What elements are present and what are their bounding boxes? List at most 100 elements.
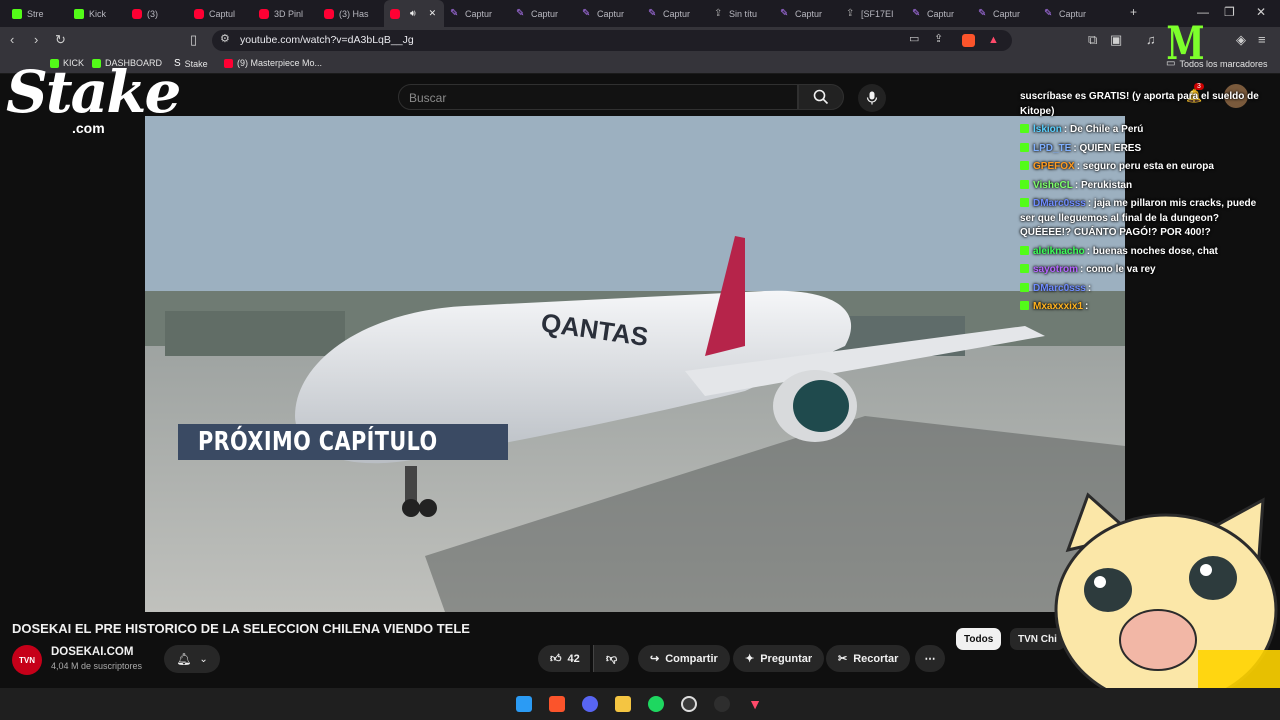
media-icon[interactable]: ♫: [1146, 32, 1156, 47]
browser-tab[interactable]: 🔊︎ ✕: [384, 0, 444, 27]
browser-tab[interactable]: ✎ Captur: [774, 0, 840, 27]
chip-all[interactable]: Todos: [956, 628, 1002, 650]
new-tab-button[interactable]: +: [1130, 5, 1137, 19]
browser-tab[interactable]: ⇪ Sin títu: [708, 0, 774, 27]
video-player[interactable]: QANTAS: [145, 116, 1125, 612]
share-button[interactable]: ↪ Compartir: [638, 645, 730, 672]
kick-badge-icon: [1020, 282, 1029, 292]
browser-tab[interactable]: ✎ Captur: [510, 0, 576, 27]
share-page-icon[interactable]: ⇪: [934, 32, 943, 45]
close-window-icon[interactable]: ✕: [1256, 5, 1266, 19]
app-icon[interactable]: [714, 696, 730, 712]
file-explorer-icon[interactable]: [615, 696, 631, 712]
browser-tab-label: Captur: [1059, 8, 1087, 19]
wallet-icon[interactable]: ▣: [1110, 32, 1122, 48]
youtube-icon: [390, 8, 400, 19]
windows-taskbar: ▼: [0, 688, 1280, 720]
extensions-icon[interactable]: ⧉: [1088, 32, 1097, 48]
browser-tab[interactable]: 3D Pinl: [253, 0, 318, 27]
chat-text: suscríbase es GRATIS! (y aporta para el …: [1020, 91, 1259, 117]
kick-badge-icon: [1020, 161, 1029, 170]
browser-tab[interactable]: ✎ Captur: [906, 0, 972, 27]
browser-tab[interactable]: ✎ Captur: [1038, 0, 1104, 27]
like-button[interactable]: 👍︎ 42: [538, 645, 590, 672]
voice-search-button[interactable]: [858, 84, 886, 112]
url-text[interactable]: youtube.com/watch?v=dA3bLqB__Jg: [240, 34, 414, 46]
chat-username: DMarc0sss: [1033, 198, 1086, 209]
browser-tab[interactable]: ✎ Captur: [576, 0, 642, 27]
youtube-icon: [259, 8, 269, 19]
browser-tab[interactable]: ✎ Captur: [444, 0, 510, 27]
chat-username: DMarc0sss: [1033, 282, 1086, 294]
cast-icon[interactable]: ▭: [909, 32, 919, 45]
browser-tab-label: Captul: [209, 8, 236, 19]
monster-logo: M: [1166, 16, 1205, 70]
browser-tab[interactable]: Stre: [6, 0, 68, 27]
browser-tab[interactable]: ⇪ [SF17EI: [840, 0, 906, 27]
notification-bell-button[interactable]: 🔔︎ ⌄: [164, 645, 220, 673]
next-chapter-overlay: PRÓXIMO CAPÍTULO: [178, 424, 508, 460]
kick-badge-icon: [1020, 198, 1029, 207]
share-icon: ↪: [650, 653, 660, 665]
browser-tab[interactable]: ✎ Captur: [642, 0, 708, 27]
clip-button[interactable]: ✂ Recortar: [826, 645, 911, 672]
chat-text: : seguro peru esta en europa: [1076, 161, 1214, 172]
site-settings-icon[interactable]: ⚙: [220, 32, 230, 45]
sparkle-icon: ✦: [745, 653, 755, 665]
chat-username: aleiknacho: [1033, 245, 1085, 257]
rewards-icon[interactable]: ▲: [988, 34, 999, 46]
chat-message: Mxaxxxix1:: [1020, 300, 1260, 315]
maximize-icon[interactable]: ❐: [1224, 5, 1235, 19]
kick-badge-icon: [1020, 301, 1029, 310]
close-tab-icon[interactable]: ✕: [429, 8, 437, 19]
back-icon[interactable]: ‹: [10, 32, 14, 47]
chat-message: DMarc0sss:: [1020, 282, 1260, 297]
discord-icon[interactable]: [582, 696, 598, 712]
pen-icon: ✎: [912, 7, 921, 19]
pen-icon: ✎: [780, 7, 789, 19]
windows-start-icon[interactable]: [516, 696, 532, 712]
clip-label: Recortar: [853, 652, 899, 665]
more-actions-button[interactable]: ⋯: [915, 645, 945, 672]
browser-tab[interactable]: Kick: [68, 0, 126, 27]
brave-browser-icon[interactable]: [549, 696, 565, 712]
browser-tab[interactable]: ✎ Captur: [972, 0, 1038, 27]
browser-tab[interactable]: (3): [126, 0, 188, 27]
brave-rewards-icon[interactable]: ▼: [747, 696, 763, 712]
browser-tab-label: (3): [147, 8, 158, 19]
chevron-down-icon: ⌄: [199, 653, 208, 665]
channel-name[interactable]: DOSEKAI.COM: [51, 646, 133, 658]
bookmark-masterpiece[interactable]: (9) Masterpiece Mo...: [224, 58, 322, 68]
channel-avatar[interactable]: TVN: [12, 645, 42, 675]
dislike-button[interactable]: 👎︎: [593, 645, 630, 672]
browser-tab[interactable]: Captul: [188, 0, 253, 27]
search-button[interactable]: [798, 84, 844, 110]
browser-tab-label: Captur: [663, 8, 691, 19]
chat-text: : buenas noches dose, chat: [1086, 245, 1218, 257]
reload-icon[interactable]: ↻: [55, 32, 66, 48]
forward-icon[interactable]: ›: [34, 32, 38, 47]
menu-icon[interactable]: ≡: [1258, 32, 1266, 47]
search-icon: [813, 89, 829, 105]
ask-button[interactable]: ✦ Preguntar: [733, 645, 825, 672]
chat-message: lskion: De Chile a Perú: [1020, 123, 1260, 138]
obs-icon[interactable]: [681, 696, 697, 712]
upload-icon: ⇪: [846, 7, 855, 19]
more-icon: ⋯: [924, 653, 936, 665]
vpn-icon[interactable]: ◈: [1236, 32, 1246, 48]
brave-shield-icon[interactable]: [962, 34, 975, 47]
stake-logo-sub: .com: [72, 120, 105, 136]
bookmark-label: Stake: [184, 58, 208, 69]
browser-tab-label: Captur: [465, 8, 493, 19]
chat-username: lskion: [1033, 124, 1062, 135]
bookmark-page-icon[interactable]: ▯: [190, 32, 197, 48]
search-input[interactable]: Buscar: [398, 84, 798, 110]
browser-tab-label: Captur: [597, 8, 625, 19]
address-bar[interactable]: ⚙ youtube.com/watch?v=dA3bLqB__Jg ▭ ⇪ ▲: [212, 30, 1012, 51]
upload-icon: ⇪: [714, 7, 723, 19]
audio-playing-icon[interactable]: 🔊︎: [410, 8, 416, 19]
spotify-icon[interactable]: [648, 696, 664, 712]
browser-tab[interactable]: (3) Has: [318, 0, 384, 27]
cat-avatar-overlay: [1054, 492, 1280, 720]
youtube-icon: [194, 8, 204, 19]
